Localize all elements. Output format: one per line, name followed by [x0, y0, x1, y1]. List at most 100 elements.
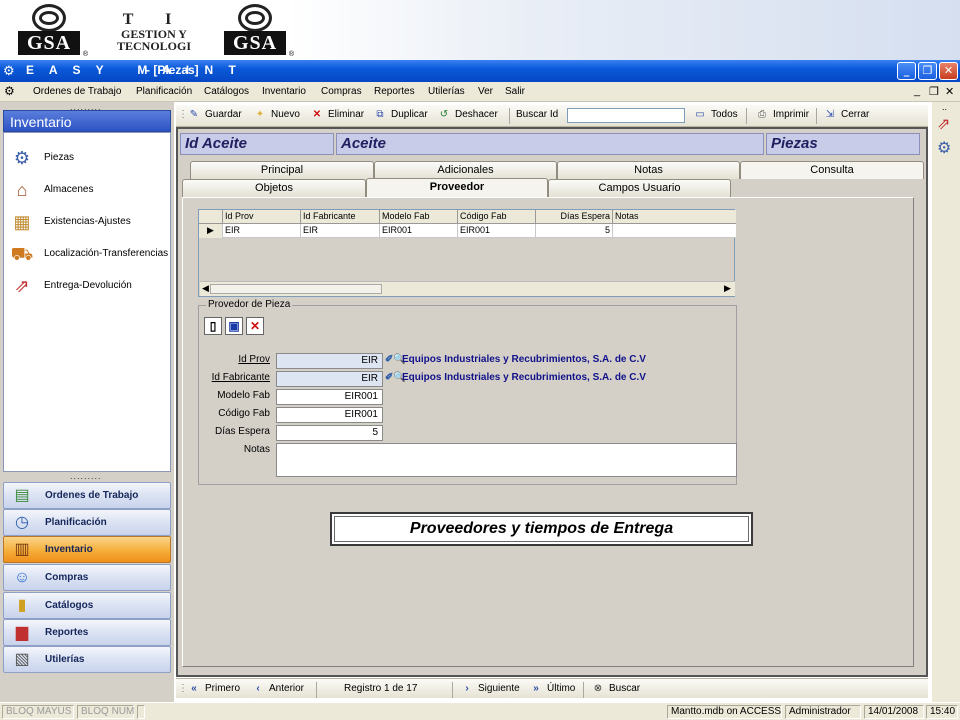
module-inventario[interactable]: ▥ Inventario — [3, 536, 171, 563]
tab-proveedor[interactable]: Proveedor — [366, 178, 548, 198]
menu-reportes[interactable]: Reportes — [374, 86, 415, 97]
menu-bar: ⚙ Ordenes de Trabajo Planificación Catál… — [0, 82, 960, 102]
field-id-prov[interactable]: EIR — [276, 353, 383, 369]
menu-utilerias[interactable]: Utilerías — [428, 86, 465, 97]
save-icon: ✎ — [189, 109, 199, 120]
tab-campos-usuario[interactable]: Campos Usuario — [548, 179, 731, 197]
boxes-icon: ▦ — [13, 212, 31, 232]
guardar-button[interactable]: ✎ Guardar — [186, 109, 242, 120]
modules-grip[interactable]: ......... — [70, 471, 102, 481]
grid-cell[interactable] — [613, 224, 736, 238]
grid-horizontal-scrollbar[interactable]: ◀ ▶ — [200, 281, 735, 296]
col-header[interactable]: Id Fabricante — [301, 210, 380, 224]
num-lock-indicator: BLOQ NUM — [77, 705, 134, 719]
mdi-restore-button[interactable]: ❐ — [929, 85, 939, 98]
menu-compras[interactable]: Compras — [321, 86, 362, 97]
save-record-icon[interactable]: ▣ — [225, 317, 243, 335]
scroll-thumb[interactable] — [210, 284, 382, 294]
nuevo-button[interactable]: ✦ Nuevo — [252, 109, 300, 120]
minimize-button[interactable]: _ — [897, 62, 916, 80]
module-planificacion[interactable]: ◷ Planificación — [3, 509, 171, 536]
nav-item-almacenes[interactable]: ⌂ Almacenes — [8, 177, 172, 203]
col-header[interactable]: Código Fab — [458, 210, 536, 224]
ti-logo: T I GESTION Y TECNOLOGI — [116, 11, 191, 53]
mdi-minimize-button[interactable]: _ — [914, 85, 920, 97]
buscar-id-label: Buscar Id — [516, 109, 559, 120]
primero-button[interactable]: «Primero — [186, 683, 240, 694]
grid-cell[interactable]: EIR — [301, 224, 380, 238]
todos-button[interactable]: ▭ Todos — [692, 109, 737, 120]
nav-item-localizacion[interactable]: ⛟ Localización-Transferencias — [8, 241, 172, 267]
duplicar-button[interactable]: ⧉ Duplicar — [372, 109, 427, 120]
tab-principal[interactable]: Principal — [190, 161, 374, 179]
col-header[interactable]: Modelo Fab — [380, 210, 458, 224]
col-header[interactable]: Id Prov — [223, 210, 301, 224]
scroll-left-icon[interactable]: ◀ — [202, 283, 209, 294]
fabricante-name[interactable]: ✐🔍Equipos Industriales y Recubrimientos,… — [385, 372, 646, 383]
tab-objetos[interactable]: Objetos — [182, 179, 366, 197]
warehouse-icon: ⌂ — [16, 180, 28, 200]
grid-cell[interactable]: EIR001 — [380, 224, 458, 238]
col-header[interactable]: Notas — [613, 210, 736, 224]
truck-icon: ⛟ — [10, 244, 34, 264]
module-ordenes[interactable]: ▤ Ordenes de Trabajo — [3, 482, 171, 509]
right-toolstrip: .. ⇗ ⚙ — [932, 102, 960, 702]
eliminar-button[interactable]: ✕ Eliminar — [309, 109, 364, 120]
mdi-close-button[interactable]: ✕ — [945, 85, 954, 98]
module-compras[interactable]: ☺ Compras — [3, 564, 171, 591]
settings-gears-icon[interactable]: ⚙ — [937, 138, 951, 158]
field-modelo-fab[interactable]: EIR001 — [276, 389, 383, 405]
table-row[interactable]: ▶ EIR EIR EIR001 EIR001 5 — [199, 224, 736, 238]
imprimir-button[interactable]: ⎙ Imprimir — [754, 109, 809, 120]
menu-ordenes[interactable]: Ordenes de Trabajo — [33, 86, 121, 97]
tools-icon: ▧ — [14, 651, 30, 668]
binoculars-icon: ⊗ — [593, 683, 603, 694]
module-reportes[interactable]: ▆ Reportes — [3, 619, 171, 646]
cerrar-button[interactable]: ⇲ Cerrar — [822, 109, 870, 120]
nav-item-existencias[interactable]: ▦ Existencias-Ajustes — [8, 209, 172, 235]
siguiente-button[interactable]: › Siguiente — [459, 683, 519, 694]
field-codigo-fab[interactable]: EIR001 — [276, 407, 383, 423]
new-record-icon[interactable]: ▯ — [204, 317, 222, 335]
module-catalogos[interactable]: ▮ Catálogos — [3, 592, 171, 619]
field-dias-espera[interactable]: 5 — [276, 425, 383, 441]
grid-cell[interactable]: EIR — [223, 224, 301, 238]
proveedores-grid[interactable]: Id Prov Id Fabricante Modelo Fab Código … — [198, 209, 736, 297]
tab-notas[interactable]: Notas — [557, 161, 740, 179]
label-id-fabricante[interactable]: Id Fabricante — [204, 372, 270, 383]
buscar-button[interactable]: ⊗ Buscar — [590, 683, 640, 694]
record-navigation-bar: ⋮ «Primero ‹ Anterior Registro 1 de 17 › S… — [176, 678, 928, 698]
tab-consulta[interactable]: Consulta — [740, 161, 924, 179]
grid-cell[interactable]: EIR001 — [458, 224, 536, 238]
menu-planificacion[interactable]: Planificación — [136, 86, 192, 97]
tab-adicionales[interactable]: Adicionales — [374, 161, 557, 179]
menu-salir[interactable]: Salir — [505, 86, 525, 97]
record-category-header: Piezas — [766, 133, 920, 155]
menu-ver[interactable]: Ver — [478, 86, 493, 97]
clipboard-icon: ▤ — [14, 487, 30, 504]
label-id-prov[interactable]: Id Prov — [204, 354, 270, 365]
grid-cell[interactable]: 5 — [536, 224, 613, 238]
list-icon: ▭ — [695, 109, 705, 120]
menu-inventario[interactable]: Inventario — [262, 86, 306, 97]
buscar-id-input[interactable] — [567, 108, 685, 123]
bar-chart-icon: ▆ — [15, 624, 29, 641]
proveedor-name[interactable]: ✐🔍Equipos Industriales y Recubrimientos,… — [385, 354, 646, 365]
module-utilerias[interactable]: ▧ Utilerías — [3, 646, 171, 673]
field-notas[interactable] — [276, 443, 737, 477]
deshacer-button[interactable]: ↺ Deshacer — [436, 109, 498, 120]
col-header[interactable]: Días Espera — [536, 210, 613, 224]
field-id-fabricante[interactable]: EIR — [276, 371, 383, 387]
right-grip[interactable]: .. — [942, 102, 947, 112]
anterior-button[interactable]: ‹ Anterior — [250, 683, 304, 694]
printer-icon: ⎙ — [758, 109, 766, 120]
delete-record-icon[interactable]: ✕ — [246, 317, 264, 335]
close-button[interactable]: ✕ — [939, 62, 958, 80]
restore-button[interactable]: ❐ — [918, 62, 937, 80]
ultimo-button[interactable]: » Último — [528, 683, 575, 694]
export-icon[interactable]: ⇗ — [937, 114, 950, 134]
scroll-right-icon[interactable]: ▶ — [724, 283, 731, 294]
nav-item-piezas[interactable]: ⚙ Piezas — [8, 145, 172, 171]
nav-item-entrega[interactable]: ⇗ Entrega-Devolución — [8, 273, 172, 299]
menu-catalogos[interactable]: Catálogos — [204, 86, 249, 97]
